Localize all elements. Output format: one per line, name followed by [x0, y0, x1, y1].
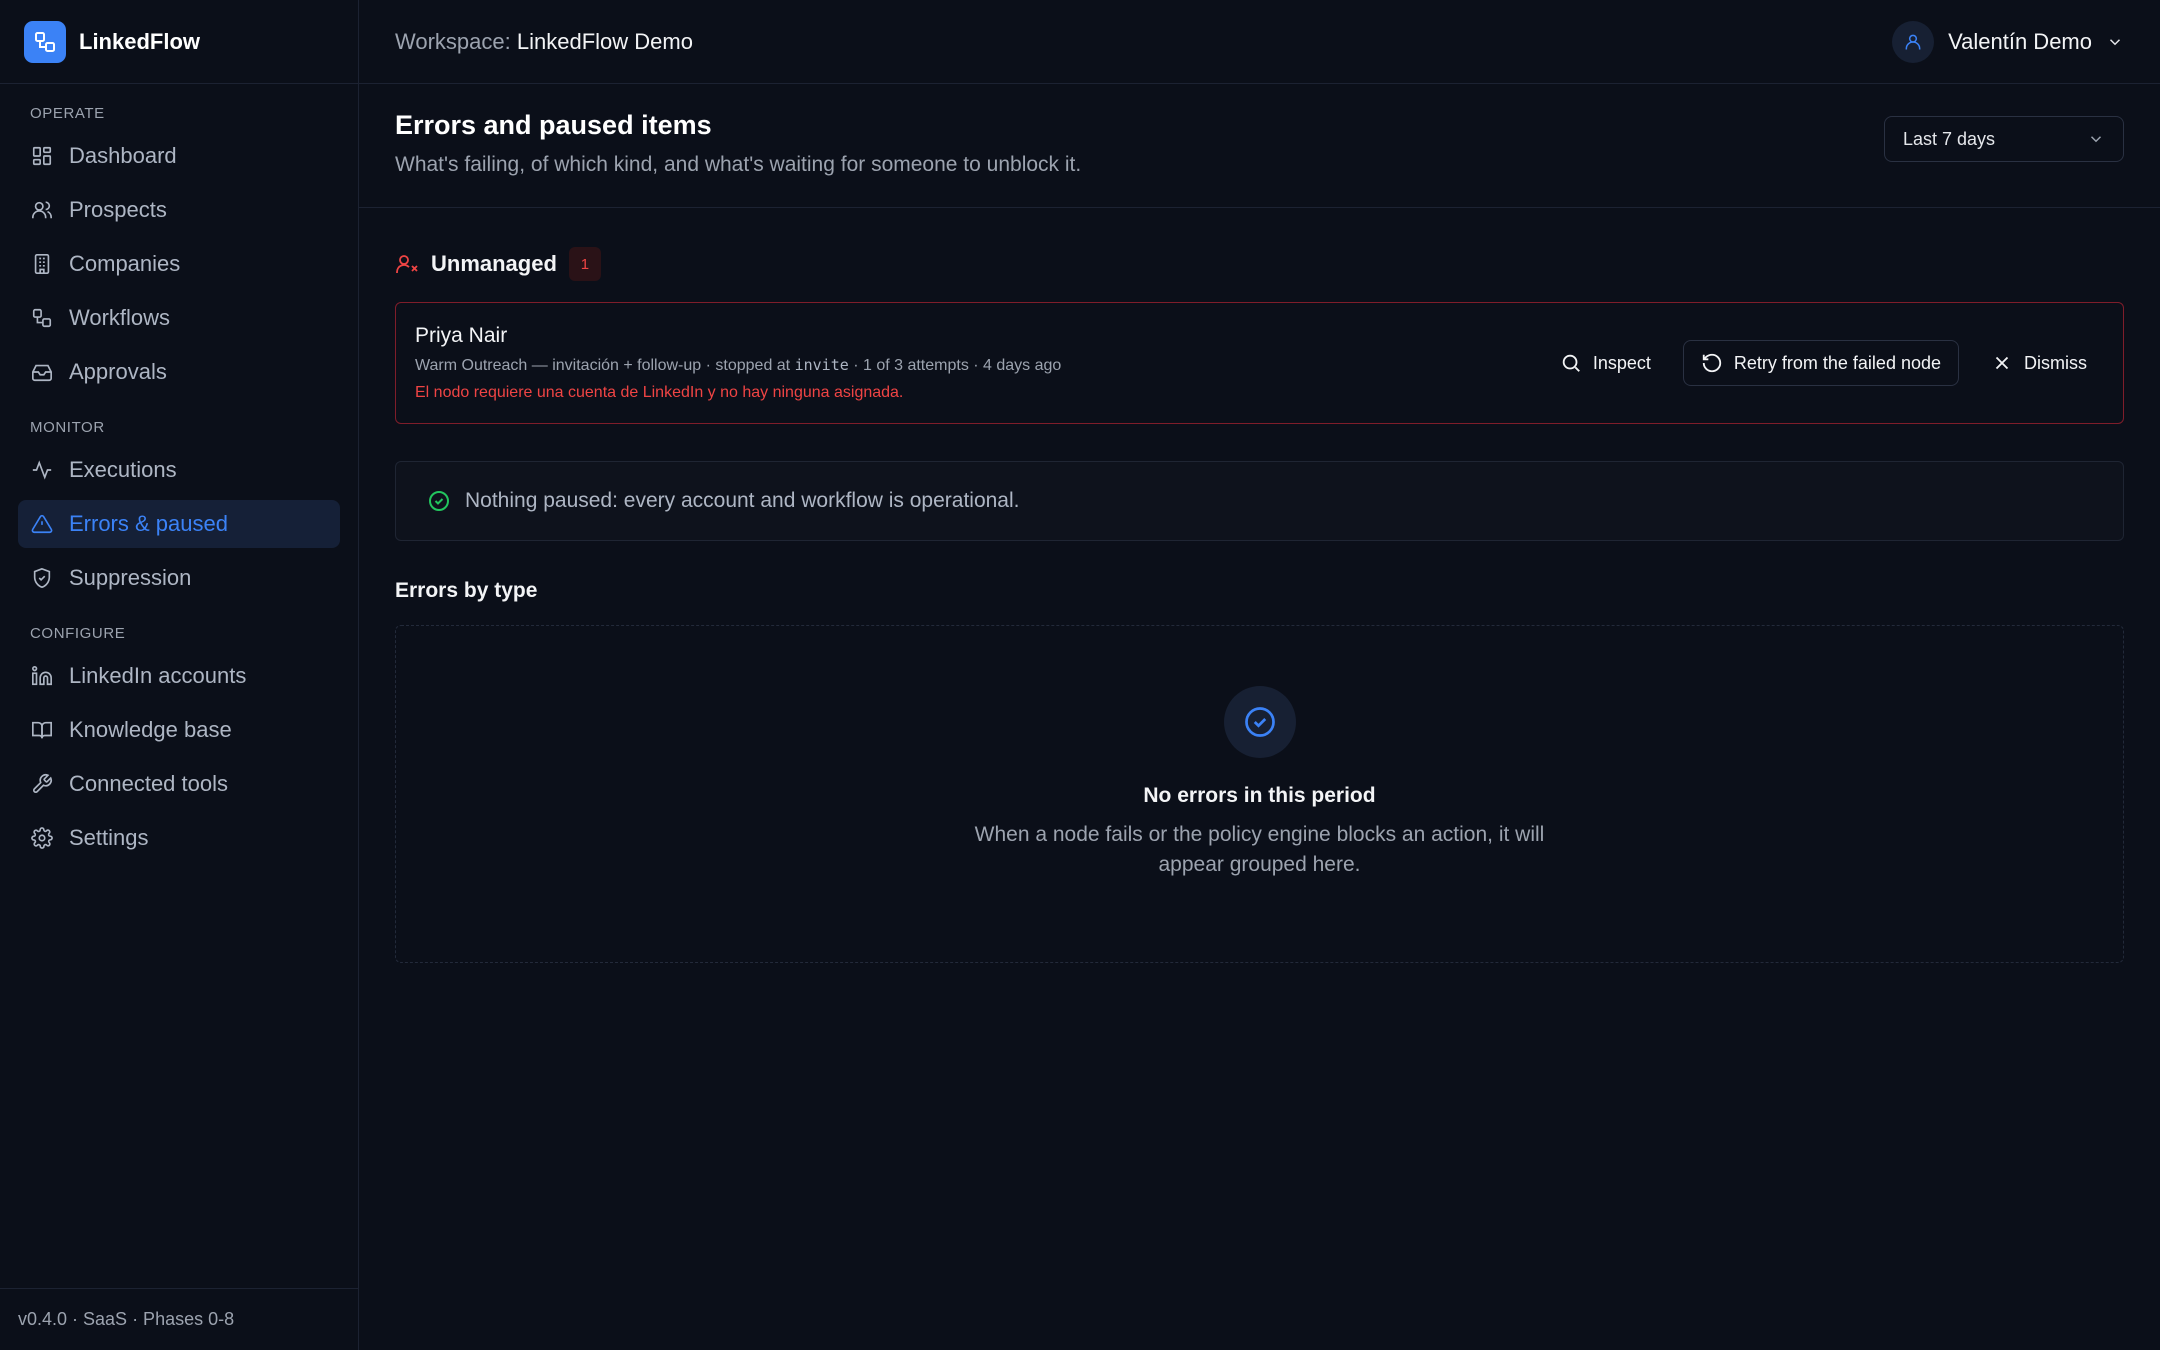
- error-meta: Warm Outreach — invitación + follow-up ·…: [415, 356, 1061, 375]
- user-icon: [1905, 34, 1921, 49]
- error-actions: Inspect Retry from the failed node Dismi…: [1542, 340, 2105, 386]
- sidebar-item-label: Dashboard: [69, 143, 177, 168]
- sidebar-item-executions[interactable]: Executions: [18, 446, 340, 494]
- dismiss-button[interactable]: Dismiss: [1973, 340, 2105, 386]
- check-circle-icon: [429, 491, 449, 511]
- sidebar-item-label: Suppression: [69, 565, 192, 590]
- unmanaged-header: Unmanaged 1: [395, 246, 2124, 282]
- linkedin-icon: [30, 664, 54, 688]
- inspect-label: Inspect: [1592, 352, 1651, 373]
- sidebar-item-linkedin-accounts[interactable]: LinkedIn accounts: [18, 652, 340, 700]
- building-icon: [30, 252, 54, 276]
- logo-icon: [24, 20, 66, 63]
- search-icon: [1562, 354, 1580, 372]
- nav-group-configure: CONFIGURE LinkedIn accounts Knowledge ba…: [18, 622, 340, 862]
- shield-icon: [30, 566, 54, 590]
- brand[interactable]: LinkedFlow: [0, 0, 358, 84]
- period-select[interactable]: Last 7 days: [1884, 116, 2124, 162]
- sidebar-item-label: LinkedIn accounts: [69, 663, 247, 688]
- error-item-card: Priya Nair Warm Outreach — invitación + …: [395, 302, 2124, 424]
- workflow-icon: [30, 306, 54, 330]
- inspect-button[interactable]: Inspect: [1542, 340, 1669, 386]
- app-name: LinkedFlow: [79, 28, 200, 54]
- chevron-down-icon: [2109, 38, 2121, 45]
- warning-icon: [30, 512, 54, 536]
- sidebar-nav: OPERATE Dashboard Prospects Companies Wo…: [0, 84, 358, 1288]
- sidebar-item-workflows[interactable]: Workflows: [18, 294, 340, 342]
- errors-by-type-title: Errors by type: [395, 579, 538, 602]
- nav-section-title: OPERATE: [30, 105, 105, 122]
- sidebar-item-label: Workflows: [69, 305, 171, 330]
- paused-status-banner: Nothing paused: every account and workfl…: [395, 461, 2124, 541]
- sidebar-item-companies[interactable]: Companies: [18, 240, 340, 288]
- retry-button[interactable]: Retry from the failed node: [1682, 340, 1959, 386]
- sidebar-item-label: Prospects: [69, 197, 167, 222]
- empty-state-title: No errors in this period: [1143, 784, 1376, 807]
- page-header: Errors and paused items What's failing, …: [359, 84, 2160, 208]
- content: Unmanaged 1 Priya Nair Warm Outreach — i…: [359, 208, 2160, 963]
- sidebar-item-approvals[interactable]: Approvals: [18, 348, 340, 396]
- users-icon: [30, 198, 54, 222]
- user-name: Valentín Demo: [1948, 28, 2092, 54]
- user-menu[interactable]: Valentín Demo: [1892, 20, 2124, 63]
- period-value: Last 7 days: [1903, 128, 1996, 149]
- avatar: [1892, 20, 1935, 63]
- nav-group-monitor: MONITOR Executions Errors & paused Suppr…: [18, 416, 340, 602]
- sidebar-item-label: Executions: [69, 457, 177, 482]
- rotate-ccw-icon: [1702, 353, 1722, 373]
- gear-icon: [30, 826, 54, 850]
- prospect-name: Priya Nair: [415, 324, 508, 347]
- main-content: Workspace: LinkedFlow Demo Valentín Demo…: [359, 0, 2160, 1350]
- sidebar-item-label: Knowledge base: [69, 717, 232, 742]
- sidebar-item-label: Companies: [69, 251, 181, 276]
- unmanaged-count-badge: 1: [568, 247, 601, 281]
- error-message: El nodo requiere una cuenta de LinkedIn …: [415, 384, 904, 401]
- sidebar-item-errors-paused[interactable]: Errors & paused: [18, 500, 340, 548]
- inbox-icon: [30, 360, 54, 384]
- page-title: Errors and paused items: [395, 110, 712, 140]
- app-root: LinkedFlow OPERATE Dashboard Prospects C…: [0, 0, 2160, 1350]
- sidebar-item-dashboard[interactable]: Dashboard: [18, 132, 340, 180]
- topbar: Workspace: LinkedFlow Demo Valentín Demo: [359, 0, 2160, 84]
- sidebar-item-connected-tools[interactable]: Connected tools: [18, 760, 340, 808]
- sidebar-item-knowledge-base[interactable]: Knowledge base: [18, 706, 340, 754]
- close-icon: [1995, 356, 2009, 370]
- activity-icon: [30, 458, 54, 482]
- dismiss-label: Dismiss: [2024, 352, 2087, 373]
- retry-label: Retry from the failed node: [1733, 352, 1941, 373]
- sidebar-item-label: Errors & paused: [69, 511, 228, 536]
- version-info: v0.4.0 · SaaS · Phases 0-8: [0, 1288, 358, 1350]
- sidebar: LinkedFlow OPERATE Dashboard Prospects C…: [0, 0, 359, 1350]
- check-circle-icon: [1244, 707, 1275, 737]
- paused-status-message: Nothing paused: every account and workfl…: [465, 489, 1020, 512]
- wrench-icon: [30, 772, 54, 796]
- nav-group-operate: OPERATE Dashboard Prospects Companies Wo…: [18, 102, 340, 396]
- unmanaged-title: Unmanaged: [431, 251, 557, 276]
- workspace-label: Workspace: LinkedFlow Demo: [395, 29, 693, 55]
- sidebar-item-settings[interactable]: Settings: [18, 814, 340, 862]
- dashboard-icon: [30, 144, 54, 168]
- chevron-down-icon: [2090, 136, 2102, 143]
- error-item-details: Priya Nair Warm Outreach — invitación + …: [415, 324, 1061, 402]
- workspace-prefix: Workspace:: [395, 28, 511, 54]
- user-x-icon: [396, 255, 418, 273]
- page-subtitle: What's failing, of which kind, and what'…: [395, 153, 1082, 176]
- empty-state-icon: [1223, 686, 1296, 758]
- sidebar-item-label: Connected tools: [69, 771, 228, 796]
- error-meta-workflow: Warm Outreach — invitación + follow-up ·…: [415, 357, 795, 374]
- sidebar-item-label: Approvals: [69, 359, 167, 384]
- workspace-name: LinkedFlow Demo: [516, 28, 693, 54]
- empty-state-description: When a node fails or the policy engine b…: [974, 823, 1545, 876]
- nav-section-title: CONFIGURE: [30, 625, 126, 642]
- error-meta-attempts: · 1 of 3 attempts · 4 days ago: [848, 357, 1062, 374]
- sidebar-item-suppression[interactable]: Suppression: [18, 554, 340, 602]
- errors-by-type-empty-state: No errors in this period When a node fai…: [395, 625, 2124, 963]
- nav-section-title: MONITOR: [30, 419, 105, 436]
- sidebar-item-prospects[interactable]: Prospects: [18, 186, 340, 234]
- failed-node-name: invite: [794, 356, 849, 374]
- book-icon: [30, 718, 54, 742]
- sidebar-item-label: Settings: [69, 825, 149, 850]
